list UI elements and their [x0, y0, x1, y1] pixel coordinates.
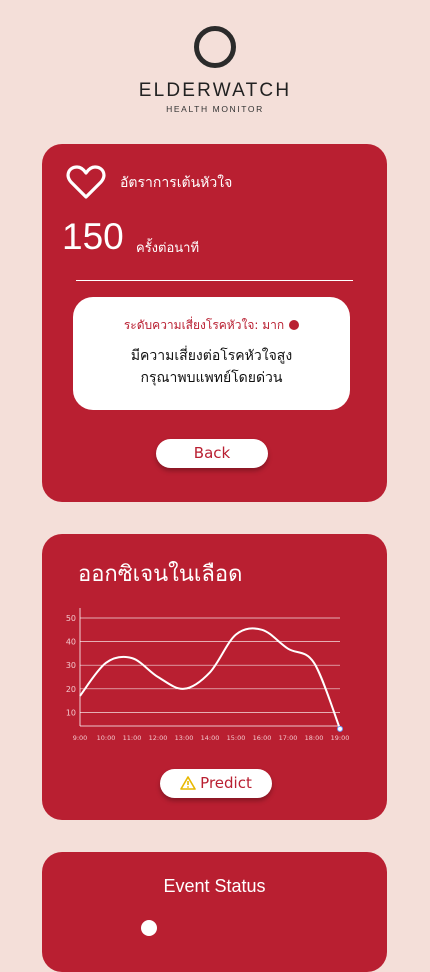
predict-label: Predict — [200, 774, 252, 792]
y-tick-label: 40 — [66, 638, 76, 647]
y-tick-label: 10 — [66, 708, 76, 717]
heart-rate-value: 150 — [62, 216, 124, 257]
x-tick-label: 19:00 — [331, 734, 350, 742]
y-tick-label: 30 — [66, 661, 76, 670]
risk-box: ระดับความเสี่ยงโรคหัวใจ: มาก มีความเสี่ย… — [73, 297, 350, 410]
app-logo: ELDERWATCH HEALTH MONITOR — [0, 26, 430, 114]
risk-level-row: ระดับความเสี่ยงโรคหัวใจ: มาก — [73, 316, 350, 335]
logo-ring-icon — [194, 26, 236, 68]
x-tick-label: 18:00 — [305, 734, 324, 742]
oxygen-title: ออกซิเจนในเลือด — [78, 562, 243, 587]
divider — [76, 280, 353, 281]
x-tick-label: 15:00 — [227, 734, 246, 742]
heart-rate-card: อัตราการเต้นหัวใจ 150 ครั้งต่อนาที ระดับ… — [42, 144, 387, 502]
predict-button[interactable]: Predict — [160, 769, 272, 798]
event-status-card: Event Status — [42, 852, 387, 972]
x-tick-label: 16:00 — [253, 734, 272, 742]
warning-icon — [180, 776, 196, 790]
x-tick-label: 14:00 — [201, 734, 220, 742]
x-tick-label: 13:00 — [175, 734, 194, 742]
risk-message: มีความเสี่ยงต่อโรคหัวใจสูง กรุณาพบแพทย์โ… — [73, 345, 350, 389]
heart-icon — [66, 165, 106, 199]
last-point-marker — [337, 725, 343, 732]
x-tick-label: 17:00 — [279, 734, 298, 742]
y-tick-label: 20 — [66, 685, 76, 694]
heart-rate-label: อัตราการเต้นหัวใจ — [120, 175, 233, 191]
risk-message-line2: กรุณาพบแพทย์โดยด่วน — [140, 370, 283, 386]
risk-message-line1: มีความเสี่ยงต่อโรคหัวใจสูง — [130, 348, 293, 364]
risk-level-text: ระดับความเสี่ยงโรคหัวใจ: มาก — [123, 318, 285, 332]
oxygen-series-line — [79, 627, 341, 730]
heart-rate-unit: ครั้งต่อนาที — [136, 241, 200, 256]
oxygen-card: ออกซิเจนในเลือด 10 20 30 40 50 9:00 10:00 11:00… — [42, 534, 387, 820]
oxygen-line-chart: 10 20 30 40 50 9:00 10:00 11:00 12:00 13:00 14:00 1… — [66, 608, 350, 742]
x-tick-label: 11:00 — [123, 734, 142, 742]
y-tick-label: 50 — [66, 614, 76, 623]
brand-name: ELDERWATCH — [138, 80, 292, 101]
risk-dot-icon — [289, 320, 300, 330]
x-tick-label: 10:00 — [97, 734, 116, 742]
x-tick-label: 9:00 — [73, 734, 88, 742]
x-tick-label: 12:00 — [149, 734, 168, 742]
back-button[interactable]: Back — [156, 439, 268, 468]
event-status-dot — [141, 920, 157, 936]
brand-tagline: HEALTH MONITOR — [166, 104, 264, 114]
event-status-title: Event Status — [163, 876, 266, 896]
